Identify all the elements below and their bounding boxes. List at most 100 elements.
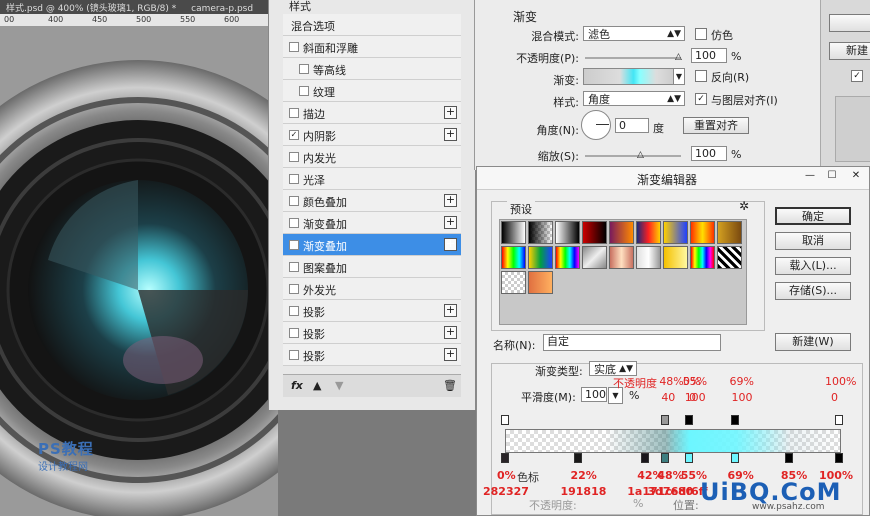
close-icon[interactable]: ✕ <box>845 170 867 184</box>
move-down-icon[interactable]: ▼ <box>335 379 343 392</box>
style-item[interactable]: 混合选项 <box>283 14 461 36</box>
style-item[interactable]: 投影 + <box>283 344 461 366</box>
opacity-input[interactable]: 100 <box>691 48 727 63</box>
preset-swatch[interactable] <box>582 246 607 269</box>
color-stop-marker[interactable] <box>731 453 740 463</box>
reset-alignment-button[interactable]: 重置对齐 <box>683 117 749 134</box>
color-stop-marker[interactable] <box>684 453 693 463</box>
document-tab[interactable]: camera-p.psd <box>185 3 259 14</box>
style-item[interactable]: 颜色叠加 + <box>283 190 461 212</box>
style-item-checkbox[interactable] <box>289 262 299 272</box>
style-item-checkbox[interactable]: ✓ <box>289 240 299 250</box>
opacity-stop-marker[interactable] <box>835 415 843 425</box>
opacity-stop-marker[interactable] <box>661 415 670 425</box>
style-select[interactable]: 角度 ▲▼ <box>583 91 685 106</box>
preset-swatch[interactable] <box>690 221 715 244</box>
color-stop-marker[interactable] <box>835 453 843 463</box>
align-layer-checkbox[interactable]: ✓ <box>695 93 707 105</box>
preset-swatch[interactable] <box>663 246 688 269</box>
minimize-icon[interactable]: — <box>799 170 821 184</box>
preset-swatch[interactable] <box>555 246 580 269</box>
color-stop-marker[interactable] <box>574 453 583 463</box>
add-effect-icon[interactable]: + <box>444 194 457 207</box>
style-item-checkbox[interactable] <box>289 218 299 228</box>
strip-button[interactable] <box>829 14 870 32</box>
preset-swatch[interactable] <box>582 221 607 244</box>
add-effect-icon[interactable]: + <box>444 238 457 251</box>
color-stop-marker[interactable] <box>784 453 793 463</box>
new-style-button[interactable]: 新建 <box>829 42 870 60</box>
add-effect-icon[interactable]: + <box>444 128 457 141</box>
opacity-stop-marker[interactable] <box>731 415 740 425</box>
preset-swatch[interactable] <box>501 246 526 269</box>
blend-mode-select[interactable]: 滤色 ▲▼ <box>583 26 685 41</box>
style-item-checkbox[interactable] <box>299 86 309 96</box>
dither-checkbox[interactable] <box>695 28 707 40</box>
style-item-checkbox[interactable] <box>289 174 299 184</box>
opacity-slider[interactable] <box>585 57 681 59</box>
style-item-checkbox[interactable] <box>289 350 299 360</box>
style-item-checkbox[interactable] <box>289 328 299 338</box>
preset-swatch[interactable] <box>663 221 688 244</box>
slider-thumb-icon[interactable]: △ <box>675 52 682 62</box>
scale-slider[interactable] <box>585 155 681 157</box>
slider-thumb-icon[interactable]: △ <box>637 150 644 160</box>
style-item[interactable]: 光泽 <box>283 168 461 190</box>
opacity-stop-marker[interactable] <box>501 415 509 425</box>
style-item-checkbox[interactable] <box>289 152 299 162</box>
add-effect-icon[interactable]: + <box>444 348 457 361</box>
opacity-stop-marker[interactable] <box>684 415 693 425</box>
preset-swatch[interactable] <box>609 221 634 244</box>
preset-swatch[interactable] <box>636 246 661 269</box>
style-item-checkbox[interactable] <box>289 108 299 118</box>
angle-input[interactable]: 0 <box>615 118 649 133</box>
preset-swatch[interactable] <box>690 246 715 269</box>
scale-input[interactable]: 100 <box>691 146 727 161</box>
preset-swatch[interactable] <box>501 221 526 244</box>
gradient-preview-swatch[interactable] <box>583 68 675 85</box>
fx-icon[interactable]: fx <box>291 379 303 392</box>
preset-swatch[interactable] <box>528 221 553 244</box>
preset-swatch[interactable] <box>555 221 580 244</box>
add-effect-icon[interactable]: + <box>444 216 457 229</box>
style-item[interactable]: 描边 + <box>283 102 461 124</box>
preset-swatch[interactable] <box>528 246 553 269</box>
color-stop-marker[interactable] <box>641 453 650 463</box>
preset-swatch[interactable] <box>717 246 742 269</box>
style-item[interactable]: 斜面和浮雕 <box>283 36 461 58</box>
reverse-checkbox[interactable] <box>695 70 707 82</box>
style-item[interactable]: 等高线 <box>283 58 461 80</box>
save-button[interactable]: 存储(S)... <box>775 282 851 300</box>
gear-icon[interactable]: ✲ <box>739 199 749 213</box>
document-canvas[interactable]: 样式.psd @ 400% (镜头玻璃1, RGB/8) * camera-p.… <box>0 0 278 516</box>
chevron-down-icon[interactable]: ▼ <box>673 68 685 85</box>
style-item[interactable]: ✓ 内阴影 + <box>283 124 461 146</box>
style-item-checkbox[interactable] <box>289 196 299 206</box>
new-gradient-button[interactable]: 新建(W) <box>775 333 851 351</box>
preset-swatch[interactable] <box>717 221 742 244</box>
angle-dial[interactable] <box>581 110 611 140</box>
style-item-checkbox[interactable]: ✓ <box>289 130 299 140</box>
add-effect-icon[interactable]: + <box>444 326 457 339</box>
style-item[interactable]: 外发光 <box>283 278 461 300</box>
gradient-bar[interactable] <box>505 429 841 453</box>
preview-checkbox[interactable]: ✓ <box>851 70 863 82</box>
style-item[interactable]: 内发光 <box>283 146 461 168</box>
style-item[interactable]: 渐变叠加 + <box>283 212 461 234</box>
add-effect-icon[interactable]: + <box>444 106 457 119</box>
style-item[interactable]: 图案叠加 <box>283 256 461 278</box>
style-item[interactable]: ✓ 渐变叠加 + <box>283 234 461 256</box>
color-stop-marker[interactable] <box>661 453 670 463</box>
color-stop-marker[interactable] <box>501 453 509 463</box>
ok-button[interactable]: 确定 <box>775 207 851 225</box>
smoothness-input[interactable]: 100 <box>581 387 607 402</box>
preset-swatch[interactable] <box>528 271 553 294</box>
style-item[interactable]: 纹理 <box>283 80 461 102</box>
style-item[interactable]: 投影 + <box>283 322 461 344</box>
cancel-button[interactable]: 取消 <box>775 232 851 250</box>
document-tab-active[interactable]: 样式.psd @ 400% (镜头玻璃1, RGB/8) * <box>0 0 182 14</box>
preset-swatch[interactable] <box>501 271 526 294</box>
add-effect-icon[interactable]: + <box>444 304 457 317</box>
gradient-type-select[interactable]: 实底 ▲▼ <box>589 361 637 376</box>
preset-swatch[interactable] <box>609 246 634 269</box>
